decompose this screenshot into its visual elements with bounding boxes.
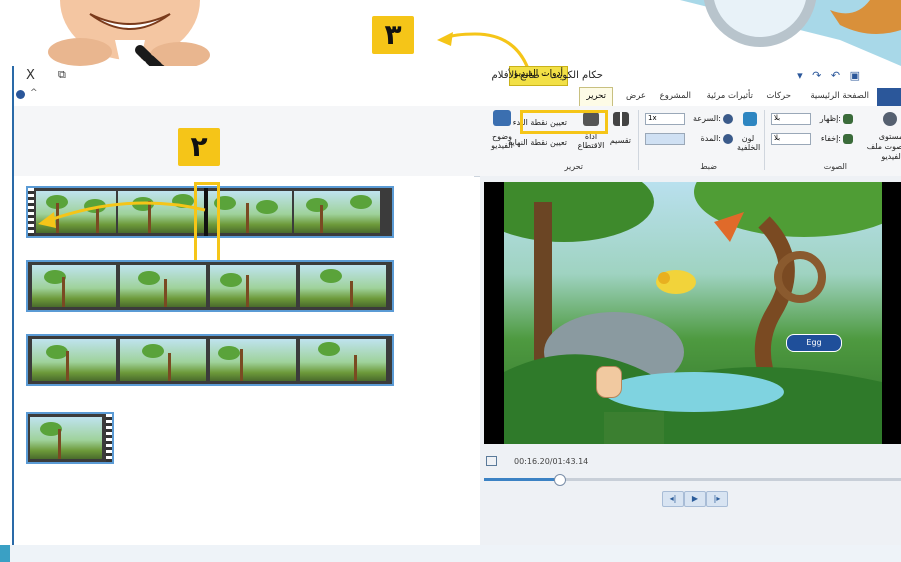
strip-sprocket: [106, 414, 112, 462]
tab-visual-effects[interactable]: تأثيرات مرئية: [707, 91, 753, 101]
background-color-label[interactable]: لون الخلفية: [737, 134, 760, 152]
step-3-badge: ٣: [372, 16, 414, 54]
editing-group-label: تحرير: [564, 162, 583, 171]
title-bar: X ⧉ أدوات الفيديو حكام الكويت - صانع الأ…: [14, 66, 901, 88]
clip-frame: [300, 265, 386, 307]
egg-caption-label: Egg: [786, 334, 842, 352]
video-preview[interactable]: [484, 182, 901, 444]
hand-pointer-icon: [596, 366, 622, 398]
tab-animations[interactable]: حركات: [766, 91, 791, 101]
seek-thumb[interactable]: [554, 474, 566, 486]
fade-out-label: إخفاء:: [820, 134, 841, 143]
split-button[interactable]: تقسيم: [610, 136, 631, 145]
duration-label: المدة:: [700, 134, 721, 143]
previous-frame-button[interactable]: ◂|: [662, 491, 684, 507]
set-end-point-button[interactable]: تعيين نقطة النهاية: [508, 138, 567, 147]
close-button[interactable]: X: [26, 68, 35, 83]
video-volume-label[interactable]: مستوى صوت ملف الفيديو: [859, 132, 901, 162]
clip-frame: [32, 265, 116, 307]
clip-frame: [30, 417, 102, 459]
video-stabilization-button[interactable]: وضوح الفيديو: [489, 132, 515, 150]
play-button[interactable]: ▶: [684, 491, 706, 507]
quick-access-toolbar-icons[interactable]: ▾ ↷ ↶ ▣: [797, 69, 863, 82]
ribbon-panel: مستوى صوت ملف الفيديو إظهار: بلا إخفاء: …: [14, 106, 901, 177]
bottom-band: [0, 545, 901, 562]
speed-select[interactable]: 1x: [645, 113, 685, 125]
bottom-left-accent: [0, 545, 10, 562]
clip-frame: [210, 339, 296, 381]
split-icon: [613, 112, 629, 126]
clip-frame: [300, 339, 386, 381]
ribbon-separator: [638, 110, 639, 170]
stabilization-icon: [493, 110, 511, 126]
jungle-scene-drawing: [504, 182, 882, 444]
duration-icon: [723, 134, 733, 144]
window-title: حكام الكويت - صانع الأفلام: [491, 70, 603, 81]
clip-frame: [120, 265, 206, 307]
tab-project[interactable]: المشروع: [660, 91, 691, 101]
tab-home[interactable]: الصفحة الرئيسية: [810, 91, 869, 101]
step-3-highlight: [520, 110, 608, 134]
fade-in-icon: [843, 114, 853, 124]
restore-button[interactable]: ⧉: [58, 68, 66, 82]
clip-frame: [120, 339, 206, 381]
background-color-icon: [743, 112, 757, 126]
clip-frame: [32, 339, 116, 381]
ribbon-separator: [764, 110, 765, 170]
step-2-badge: ٢: [178, 128, 220, 166]
clip-strip[interactable]: [26, 260, 394, 312]
clip-frame: [294, 191, 380, 233]
step-2-arrow: [38, 201, 206, 228]
speaker-icon: [883, 112, 897, 126]
speed-icon: [723, 114, 733, 124]
speed-label: السرعة:: [693, 114, 721, 123]
storyboard-panel: [14, 176, 474, 562]
clip-strip[interactable]: [26, 334, 394, 386]
audio-group-label: الصوت: [823, 162, 847, 171]
tab-file[interactable]: [877, 88, 901, 106]
magnifier-illustration: [680, 0, 901, 66]
clip-strip[interactable]: [26, 412, 114, 464]
fade-in-select[interactable]: بلا: [771, 113, 811, 125]
collapse-ribbon-icon[interactable]: ^: [30, 88, 38, 98]
fade-out-icon: [843, 134, 853, 144]
playback-time: 00:16.20/01:43.14: [514, 457, 589, 466]
jungle-scene-image: [504, 182, 882, 444]
monitor-icon[interactable]: [486, 456, 497, 466]
tab-edit[interactable]: تحرير: [579, 87, 613, 106]
trim-tool-button[interactable]: أداة الاقتطاع: [577, 132, 605, 150]
fade-in-label: إظهار:: [819, 114, 841, 123]
next-frame-button[interactable]: |▸: [706, 491, 728, 507]
tab-view[interactable]: عرض: [626, 91, 646, 101]
help-icon[interactable]: [16, 90, 25, 99]
seek-progress: [484, 478, 558, 481]
ribbon-tabs: ^ الصفحة الرئيسية حركات تأثيرات مرئية ال…: [14, 87, 901, 107]
clip-frame: [210, 265, 296, 307]
movie-maker-window: X ⧉ أدوات الفيديو حكام الكويت - صانع الأ…: [12, 66, 901, 562]
duration-input[interactable]: [645, 133, 685, 145]
adjust-group-label: ضبط: [700, 162, 717, 171]
fade-out-select[interactable]: بلا: [771, 133, 811, 145]
